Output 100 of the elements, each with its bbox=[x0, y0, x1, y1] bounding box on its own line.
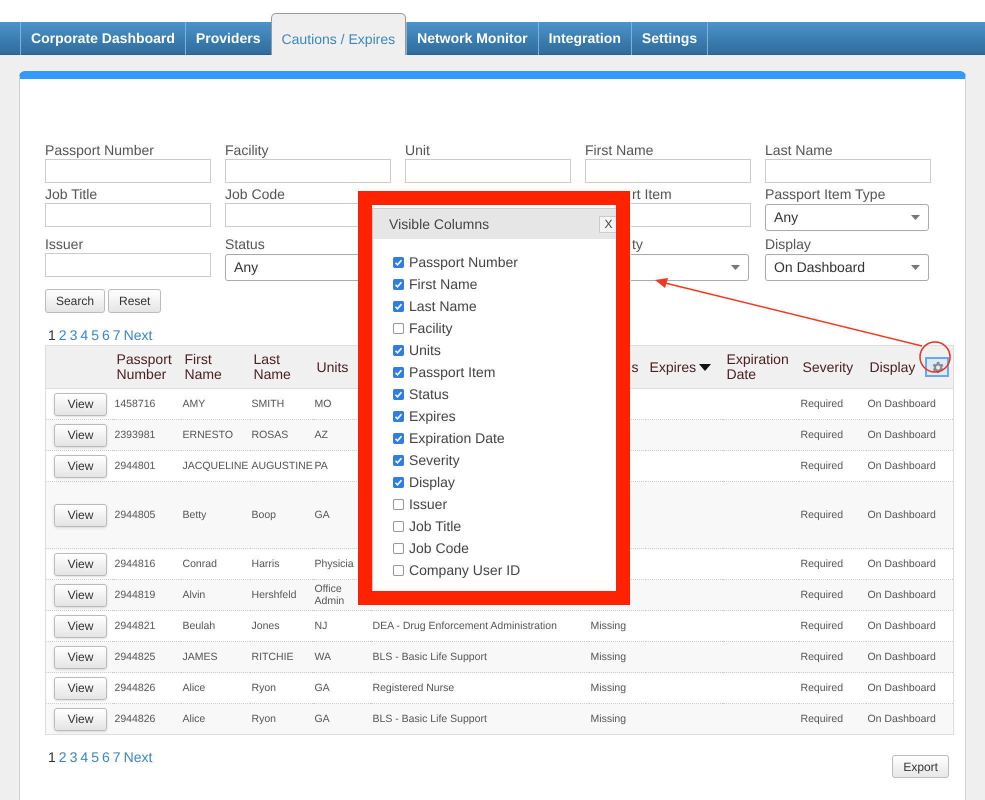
next-link[interactable]: Next bbox=[124, 749, 152, 778]
page-link[interactable]: 3 bbox=[70, 327, 78, 343]
field-label: Job Code bbox=[225, 185, 285, 203]
checkbox[interactable] bbox=[393, 520, 404, 532]
table-cell: Missing bbox=[590, 682, 626, 694]
popup-title: Visible Columns bbox=[389, 214, 490, 234]
column-header[interactable]: Expires bbox=[650, 360, 712, 374]
view-button[interactable]: View bbox=[54, 584, 107, 606]
column-header[interactable]: First Name bbox=[184, 352, 246, 382]
checkbox[interactable] bbox=[393, 256, 404, 268]
table-cell: 2944816 bbox=[114, 558, 156, 570]
page-link[interactable]: 2 bbox=[58, 327, 67, 343]
view-button[interactable]: View bbox=[54, 614, 107, 638]
column-header[interactable]: Units bbox=[316, 360, 348, 374]
column-header[interactable]: Display bbox=[870, 360, 916, 374]
table-cell: BLS - Basic Life Support bbox=[372, 651, 487, 663]
dropdown[interactable]: Any bbox=[765, 204, 929, 231]
checkbox-label: Display bbox=[409, 472, 455, 492]
table-cell: Conrad bbox=[182, 558, 217, 570]
view-button[interactable]: View bbox=[54, 392, 107, 416]
settings-button[interactable] bbox=[925, 357, 949, 377]
page-link[interactable]: 1 bbox=[48, 327, 56, 343]
view-button[interactable]: View bbox=[54, 676, 107, 700]
table-cell: GA bbox=[314, 713, 330, 725]
checkbox[interactable] bbox=[393, 410, 404, 422]
table-cell: 2944801 bbox=[114, 460, 156, 472]
column-header[interactable]: Last Name bbox=[254, 352, 308, 382]
table-cell: Beulah bbox=[182, 620, 216, 632]
caret-icon bbox=[731, 265, 740, 270]
export-button[interactable]: Export bbox=[892, 755, 949, 778]
input-field[interactable] bbox=[585, 159, 751, 183]
column-header[interactable]: Severity bbox=[802, 360, 854, 374]
page-link[interactable]: 5 bbox=[91, 327, 99, 343]
checkbox[interactable] bbox=[393, 564, 404, 576]
checkbox[interactable] bbox=[393, 278, 404, 290]
checkbox[interactable] bbox=[393, 498, 404, 510]
input-field[interactable] bbox=[45, 253, 211, 277]
nav-tab[interactable]: Corporate Dashboard bbox=[20, 22, 185, 55]
page-link[interactable]: 7 bbox=[112, 327, 121, 343]
input-field[interactable] bbox=[225, 203, 358, 227]
table-cell: Physicia bbox=[314, 558, 354, 570]
table-cell: 1458716 bbox=[114, 398, 156, 410]
checkbox[interactable] bbox=[393, 432, 404, 444]
page-link[interactable]: 6 bbox=[102, 749, 110, 778]
view-button[interactable]: View bbox=[54, 454, 107, 478]
table-cell: On Dashboard bbox=[868, 398, 936, 410]
input-field[interactable] bbox=[45, 159, 211, 183]
table-cell: GA bbox=[314, 509, 330, 521]
table-cell: Required bbox=[800, 589, 844, 601]
reset-button[interactable]: Reset bbox=[108, 289, 162, 313]
page-link[interactable]: 5 bbox=[91, 749, 99, 778]
table-cell: Jones bbox=[252, 620, 280, 632]
checkbox[interactable] bbox=[393, 322, 404, 334]
field-label: Issuer bbox=[45, 235, 84, 253]
checkbox[interactable] bbox=[393, 542, 404, 554]
page-link[interactable]: 3 bbox=[70, 749, 78, 778]
checkbox-label: Job Code bbox=[409, 538, 469, 558]
page-link[interactable]: 2 bbox=[58, 749, 67, 778]
column-header[interactable]: s bbox=[632, 360, 638, 374]
input-field[interactable] bbox=[45, 203, 211, 227]
input-field[interactable] bbox=[631, 203, 751, 227]
checkbox[interactable] bbox=[393, 300, 404, 312]
view-button[interactable]: View bbox=[54, 552, 107, 576]
table-cell: On Dashboard bbox=[868, 589, 936, 601]
dropdown[interactable]: Any bbox=[225, 254, 358, 281]
nav-tab[interactable]: Integration bbox=[538, 22, 631, 55]
view-button[interactable]: View bbox=[54, 504, 107, 526]
dropdown[interactable]: On Dashboard bbox=[765, 254, 929, 281]
nav-tab[interactable]: Settings bbox=[630, 22, 708, 55]
field-label: ty bbox=[632, 235, 643, 253]
table-cell: GA bbox=[314, 682, 330, 694]
checkbox[interactable] bbox=[393, 388, 404, 400]
view-button[interactable]: View bbox=[54, 424, 107, 446]
view-button[interactable]: View bbox=[54, 646, 107, 668]
input-field[interactable] bbox=[405, 159, 571, 183]
column-header[interactable]: Expiration Date bbox=[726, 352, 794, 382]
field-label: Passport Item Type bbox=[765, 185, 886, 203]
page-link[interactable]: 4 bbox=[80, 749, 88, 778]
dropdown[interactable] bbox=[631, 254, 749, 281]
checkbox[interactable] bbox=[393, 344, 404, 356]
table-cell: On Dashboard bbox=[868, 558, 936, 570]
table-cell: PA bbox=[314, 460, 328, 472]
nav-tab[interactable]: Network Monitor bbox=[406, 22, 538, 55]
table-cell: Ryon bbox=[252, 682, 276, 694]
checkbox[interactable] bbox=[393, 454, 404, 466]
field-label: Facility bbox=[225, 141, 269, 159]
column-header[interactable]: Passport Number bbox=[116, 352, 176, 382]
page-link[interactable]: 7 bbox=[112, 749, 121, 778]
page-link[interactable]: 1 bbox=[48, 749, 56, 778]
checkbox[interactable] bbox=[393, 366, 404, 378]
search-button[interactable]: Search bbox=[45, 289, 106, 313]
view-button[interactable]: View bbox=[54, 708, 107, 730]
input-field[interactable] bbox=[765, 159, 931, 183]
checkbox[interactable] bbox=[393, 476, 404, 488]
input-field[interactable] bbox=[225, 159, 391, 183]
next-link[interactable]: Next bbox=[124, 327, 152, 343]
page-link[interactable]: 4 bbox=[80, 327, 88, 343]
field-label: First Name bbox=[585, 141, 654, 159]
table-cell: Missing bbox=[590, 620, 626, 632]
page-link[interactable]: 6 bbox=[102, 327, 110, 343]
